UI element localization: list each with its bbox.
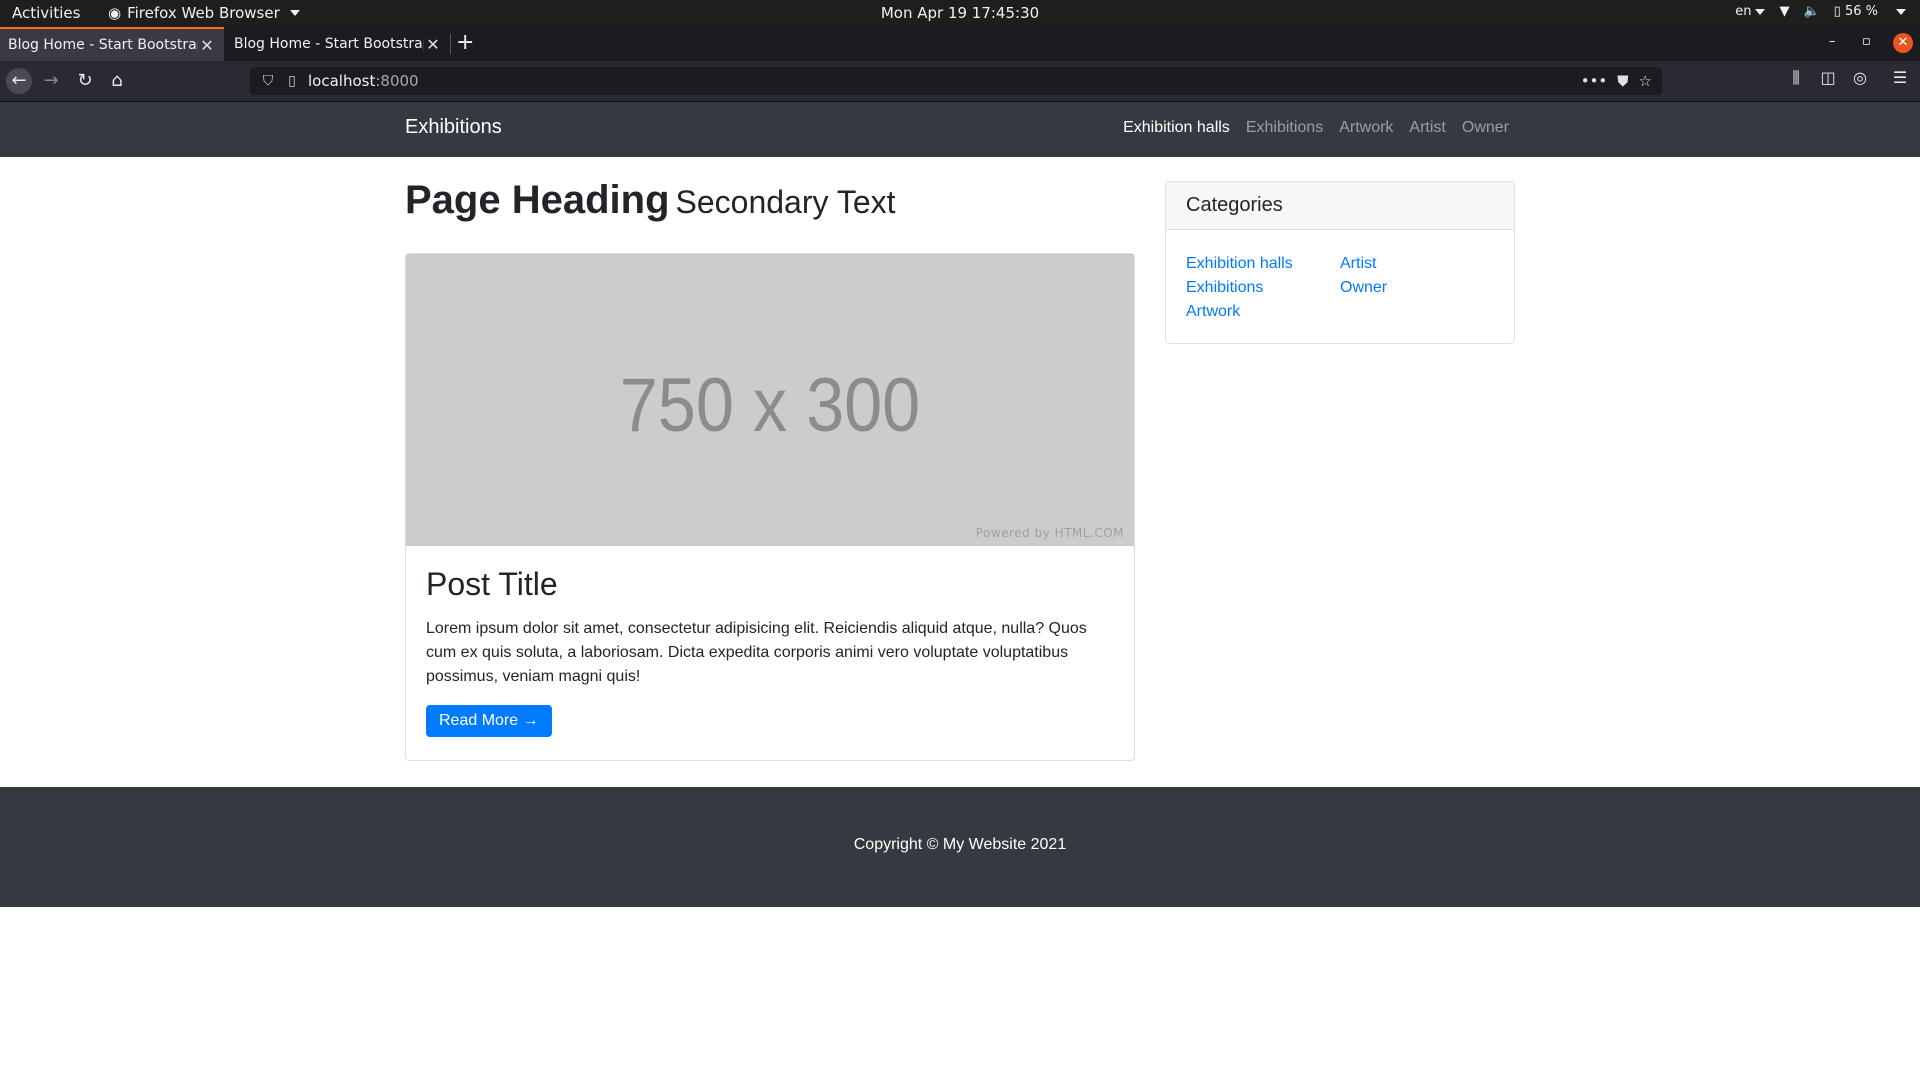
tab-separator (450, 34, 451, 54)
tab-title: Blog Home - Start Bootstrap (234, 36, 424, 52)
site-navbar: Exhibitions Exhibition halls Exhibitions… (0, 102, 1920, 157)
category-link-exhibition-halls[interactable]: Exhibition halls (1186, 252, 1340, 276)
new-tab-button[interactable]: + (456, 30, 474, 55)
language-indicator[interactable]: en (1735, 4, 1766, 19)
pocket-icon[interactable]: ⛊ (1617, 72, 1628, 90)
post-body: Post Title Lorem ipsum dolor sit amet, c… (406, 546, 1134, 737)
account-icon[interactable]: ◎ (1847, 68, 1873, 87)
nav-links: Exhibition halls Exhibitions Artwork Art… (1123, 119, 1509, 137)
battery-indicator: ▯ 56 % (1834, 4, 1878, 19)
nav-link-artwork[interactable]: Artwork (1339, 119, 1393, 137)
forward-button[interactable]: → (38, 68, 64, 94)
url-text[interactable]: localhost:8000 (308, 72, 419, 90)
navigation-toolbar: ← → ↻ ⌂ ⛉ ▯ localhost:8000 ••• ⛊ ☆ ⫼ ◫ ◎… (0, 61, 1920, 102)
os-top-bar: Activities ◉ Firefox Web Browser Mon Apr… (0, 0, 1920, 27)
clock[interactable]: Mon Apr 19 17:45:30 (0, 4, 1920, 22)
browser-tab[interactable]: Blog Home - Start Bootstrap ✕ (226, 27, 450, 61)
categories-column-2: Artist Owner (1340, 252, 1494, 324)
minimize-button[interactable]: – (1829, 34, 1836, 49)
restore-button[interactable]: ▫ (1862, 34, 1871, 49)
page-actions-icon[interactable]: ••• (1581, 72, 1608, 90)
post-image-placeholder: 750 x 300 Powered by HTML.COM (406, 254, 1134, 546)
reload-button[interactable]: ↻ (72, 68, 98, 94)
url-host: localhost (308, 72, 376, 90)
category-link-artist[interactable]: Artist (1340, 252, 1494, 276)
categories-list: Exhibition halls Exhibitions Artwork Art… (1166, 230, 1514, 324)
tab-title: Blog Home - Start Bootstrap (8, 37, 198, 53)
post-text: Lorem ipsum dolor sit amet, consectetur … (426, 620, 1087, 685)
page-heading: Page Heading Secondary Text (405, 178, 896, 223)
nav-link-exhibitions[interactable]: Exhibitions (1246, 119, 1323, 137)
category-link-artwork[interactable]: Artwork (1186, 300, 1340, 324)
chevron-down-icon (1896, 8, 1906, 15)
site-brand[interactable]: Exhibitions (405, 116, 502, 139)
library-icon[interactable]: ⫼ (1783, 68, 1809, 88)
system-tray[interactable]: en ▼ 🔈 ▯ 56 % (1735, 4, 1906, 19)
category-link-exhibitions[interactable]: Exhibitions (1186, 276, 1340, 300)
page-subtitle: Secondary Text (675, 184, 896, 220)
browser-tab-active[interactable]: Blog Home - Start Bootstrap ✕ (0, 27, 224, 61)
tab-strip: Blog Home - Start Bootstrap ✕ Blog Home … (0, 27, 1920, 61)
categories-card: Categories Exhibition halls Exhibitions … (1165, 181, 1515, 344)
close-icon[interactable]: ✕ (198, 36, 216, 55)
categories-column-1: Exhibition halls Exhibitions Artwork (1186, 252, 1340, 324)
battery-icon: ▯ (1833, 4, 1841, 19)
page-icon[interactable]: ▯ (282, 73, 302, 89)
categories-title: Categories (1166, 182, 1514, 230)
sidebar-icon[interactable]: ◫ (1815, 68, 1841, 87)
nav-link-exhibition-halls[interactable]: Exhibition halls (1123, 119, 1230, 137)
placeholder-dimensions: 750 x 300 (619, 363, 921, 448)
battery-label: 56 % (1844, 4, 1878, 19)
chevron-down-icon (1755, 8, 1766, 15)
placeholder-credit: Powered by HTML.COM (975, 526, 1124, 540)
language-label: en (1735, 4, 1752, 19)
url-port: :8000 (375, 72, 419, 90)
read-more-button[interactable]: Read More → (426, 705, 552, 737)
back-button[interactable]: ← (6, 68, 32, 94)
post-title: Post Title (426, 566, 558, 602)
nav-link-artist[interactable]: Artist (1409, 119, 1445, 137)
menu-icon[interactable]: ☰ (1887, 68, 1913, 87)
copyright-text: Copyright © My Website 2021 (853, 836, 1067, 853)
close-icon[interactable]: ✕ (424, 35, 442, 54)
category-link-owner[interactable]: Owner (1340, 276, 1494, 300)
home-button[interactable]: ⌂ (104, 68, 130, 94)
wifi-icon: ▼ (1779, 4, 1790, 19)
window-close-button[interactable]: ✕ (1893, 33, 1913, 53)
url-bar[interactable]: ⛉ ▯ localhost:8000 ••• ⛊ ☆ (250, 67, 1662, 95)
site-footer: Copyright © My Website 2021 (0, 787, 1920, 907)
bookmark-star-icon[interactable]: ☆ (1639, 72, 1652, 90)
volume-icon: 🔈 (1803, 4, 1820, 19)
nav-link-owner[interactable]: Owner (1462, 119, 1509, 137)
page-title: Page Heading (405, 178, 670, 222)
shield-icon[interactable]: ⛉ (254, 73, 282, 89)
post-card: 750 x 300 Powered by HTML.COM Post Title… (405, 253, 1135, 761)
